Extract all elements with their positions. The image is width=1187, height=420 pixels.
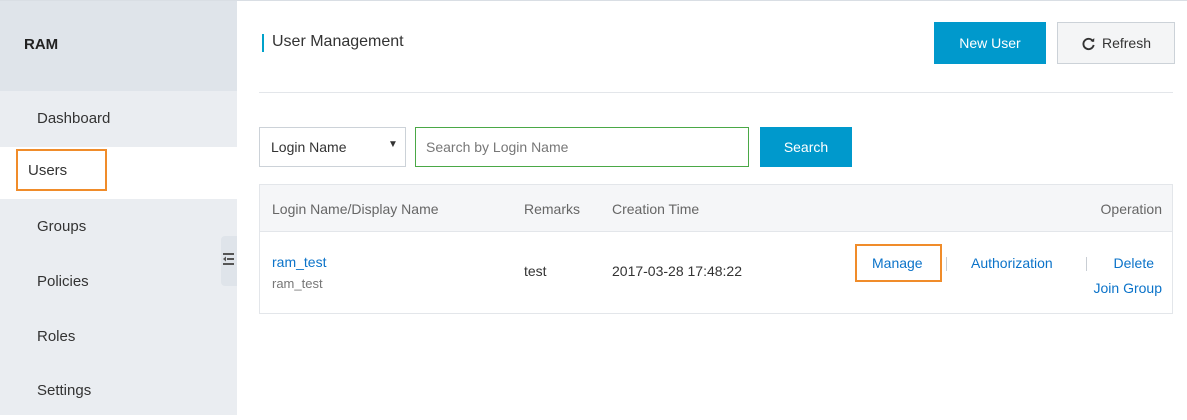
sidebar-item-label: Users bbox=[28, 162, 68, 179]
chevron-down-icon: ▼ bbox=[388, 139, 398, 150]
display-name: ram_test bbox=[272, 276, 323, 291]
table-header: Login Name/Display Name Remarks Creation… bbox=[260, 185, 1172, 232]
sidebar-title: RAM bbox=[24, 36, 59, 53]
search-button[interactable]: Search bbox=[760, 127, 852, 167]
login-name-link[interactable]: ram_test bbox=[272, 254, 326, 270]
join-group-link[interactable]: Join Group bbox=[1094, 280, 1162, 296]
action-separator bbox=[946, 257, 947, 271]
authorization-link[interactable]: Authorization bbox=[971, 255, 1053, 271]
sidebar-item-label: Roles bbox=[37, 328, 76, 345]
sidebar-item-dashboard[interactable]: Dashboard bbox=[0, 92, 237, 148]
sidebar-item-label: Groups bbox=[37, 218, 87, 235]
sidebar-item-label: Settings bbox=[37, 382, 92, 399]
delete-link[interactable]: Delete bbox=[1114, 255, 1154, 271]
sidebar-item-policies[interactable]: Policies bbox=[0, 255, 237, 311]
column-header-remarks: Remarks bbox=[524, 201, 581, 217]
search-input[interactable] bbox=[415, 127, 749, 167]
column-header-creation-time: Creation Time bbox=[612, 201, 700, 217]
collapse-sidebar-icon bbox=[223, 253, 234, 265]
column-header-operation: Operation bbox=[1100, 201, 1162, 217]
search-field-select[interactable]: Login Name ▼ bbox=[259, 127, 406, 167]
sidebar-item-label: Policies bbox=[37, 273, 89, 290]
remarks-cell: test bbox=[524, 263, 547, 279]
sidebar-header: RAM bbox=[0, 1, 237, 91]
sidebar-item-groups[interactable]: Groups bbox=[0, 200, 237, 256]
new-user-button[interactable]: New User bbox=[934, 22, 1046, 64]
sidebar: RAM Dashboard Users Groups Policies Role… bbox=[0, 1, 237, 415]
sidebar-item-settings[interactable]: Settings bbox=[0, 364, 237, 420]
search-field-value: Login Name bbox=[271, 139, 347, 155]
collapse-sidebar-button[interactable] bbox=[221, 236, 237, 286]
sidebar-item-label: Dashboard bbox=[37, 110, 111, 127]
header-divider bbox=[259, 92, 1173, 93]
manage-link[interactable]: Manage bbox=[872, 255, 923, 271]
refresh-button[interactable]: Refresh bbox=[1057, 22, 1175, 64]
sidebar-item-users[interactable]: Users bbox=[0, 147, 237, 199]
action-separator bbox=[1086, 257, 1087, 271]
title-accent-bar bbox=[262, 34, 264, 52]
refresh-label: Refresh bbox=[1101, 35, 1152, 51]
page-title: User Management bbox=[272, 33, 404, 50]
creation-time-cell: 2017-03-28 17:48:22 bbox=[612, 263, 742, 279]
refresh-icon bbox=[1082, 37, 1095, 50]
sidebar-item-roles[interactable]: Roles bbox=[0, 310, 237, 366]
column-header-login-name: Login Name/Display Name bbox=[272, 201, 439, 217]
users-table: Login Name/Display Name Remarks Creation… bbox=[259, 184, 1173, 314]
